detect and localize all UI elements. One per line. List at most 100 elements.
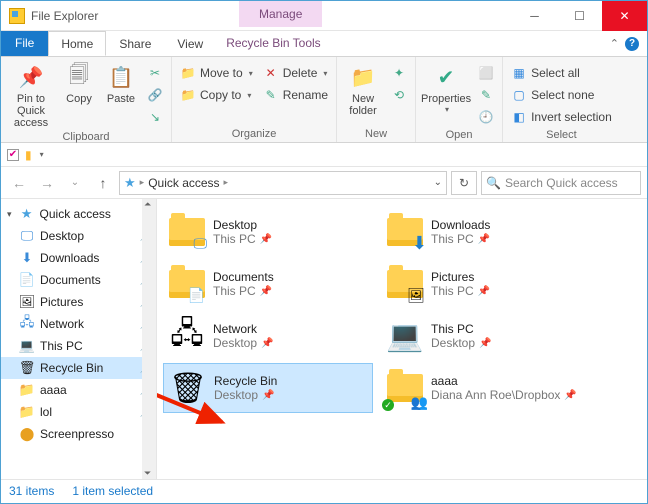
network-icon: 🖧 (167, 316, 207, 356)
copy-button[interactable]: 🗐 Copy (59, 59, 99, 105)
breadcrumb-sep-icon[interactable]: ▸ (140, 177, 145, 188)
sidebar-item-pictures[interactable]: 🖼Pictures📌 (1, 291, 156, 313)
ribbon-group-select: ▦Select all ▢Select none ◧Invert selecti… (503, 57, 620, 142)
minimize-button[interactable]: ─ (512, 1, 557, 31)
sidebar-item-screenpresso[interactable]: ⬤Screenpresso (1, 423, 156, 445)
quick-access-star-icon: ★ (124, 175, 136, 191)
qat-folder-icon[interactable]: ▮ (25, 148, 32, 162)
tab-view[interactable]: View (164, 31, 216, 56)
new-folder-button[interactable]: 📁 New folder (341, 59, 385, 117)
pin-to-quick-access-button[interactable]: 📌 Pin to Quick access (5, 59, 57, 129)
maximize-button[interactable]: ☐ (557, 1, 602, 31)
tile-pictures[interactable]: 🖼PicturesThis PC📌 (381, 259, 591, 309)
pictures-icon: 🖼 (19, 294, 35, 310)
new-item-button[interactable]: ✦ (387, 63, 411, 83)
tile-subtitle: This PC📌 (431, 232, 490, 246)
folder-icon: 📁 (19, 382, 35, 398)
tile-subtitle: This PC📌 (213, 284, 274, 298)
context-tab-manage[interactable]: Manage (239, 1, 322, 27)
select-none-button[interactable]: ▢Select none (507, 85, 616, 105)
window-title: File Explorer (31, 9, 98, 23)
group-label-select: Select (507, 127, 616, 143)
breadcrumb-root[interactable]: Quick access (148, 176, 219, 190)
cut-icon: ✂ (147, 65, 163, 81)
open-button[interactable]: ⬜ (474, 63, 498, 83)
tile-name: aaaa (431, 374, 577, 388)
network-icon: 🖧 (19, 316, 35, 332)
ribbon-tabs: File Home Share View Recycle Bin Tools ⌃… (1, 31, 647, 57)
search-input[interactable]: 🔍 Search Quick access (481, 171, 641, 195)
tab-home[interactable]: Home (48, 31, 106, 56)
app-icon (9, 8, 25, 24)
cut-button[interactable]: ✂ (143, 63, 167, 83)
nav-forward-button[interactable]: → (35, 171, 59, 195)
ribbon-group-open: ✔ Properties ▾ ⬜ ✎ 🕘 Open (416, 57, 503, 142)
sidebar-item-thispc[interactable]: 💻This PC📌 (1, 335, 156, 357)
collapse-ribbon-icon[interactable]: ⌃ (610, 37, 619, 50)
file-tab[interactable]: File (1, 31, 48, 56)
paste-button[interactable]: 📋 Paste (101, 59, 141, 105)
nav-up-button[interactable]: ↑ (91, 171, 115, 195)
select-none-icon: ▢ (511, 87, 527, 103)
rename-button[interactable]: ✎Rename (259, 85, 332, 105)
move-icon: 📁 (180, 65, 196, 81)
new-item-icon: ✦ (391, 65, 407, 81)
tile-name: Pictures (431, 270, 490, 284)
pin-icon: 📌 (261, 338, 273, 349)
history-button[interactable]: 🕘 (474, 107, 498, 127)
rename-icon: ✎ (263, 87, 279, 103)
downloads-icon: ⬇ (19, 250, 35, 266)
refresh-button[interactable]: ↻ (451, 171, 477, 195)
properties-button[interactable]: ✔ Properties ▾ (420, 59, 472, 114)
tile-aaaa[interactable]: 👥✓aaaaDiana Ann Roe\Dropbox📌 (381, 363, 591, 413)
sidebar-item-downloads[interactable]: ⬇Downloads📌 (1, 247, 156, 269)
address-expand-icon[interactable]: ⌄ (434, 177, 442, 188)
edit-button[interactable]: ✎ (474, 85, 498, 105)
select-all-button[interactable]: ▦Select all (507, 63, 616, 83)
sidebar-item-lol[interactable]: 📁lol📌 (1, 401, 156, 423)
invert-selection-button[interactable]: ◧Invert selection (507, 107, 616, 127)
help-icon[interactable]: ? (625, 37, 639, 51)
nav-back-button[interactable]: ← (7, 171, 31, 195)
tab-recycle-bin-tools[interactable]: Recycle Bin Tools (216, 31, 331, 56)
tile-subtitle: This PC📌 (213, 232, 272, 246)
close-button[interactable]: ✕ (602, 1, 647, 31)
sidebar-item-desktop[interactable]: 🖵Desktop📌 (1, 225, 156, 247)
tile-downloads[interactable]: ⬇DownloadsThis PC📌 (381, 207, 591, 257)
tile-network[interactable]: 🖧NetworkDesktop📌 (163, 311, 373, 361)
pin-icon: 📌 (262, 390, 274, 401)
ribbon-group-clipboard: 📌 Pin to Quick access 🗐 Copy 📋 Paste ✂ 🔗… (1, 57, 172, 142)
copy-path-button[interactable]: 🔗 (143, 85, 167, 105)
sidebar-item-documents[interactable]: 📄Documents📌 (1, 269, 156, 291)
paste-shortcut-button[interactable]: ↘ (143, 107, 167, 127)
tile-this-pc[interactable]: 💻This PCDesktop📌 (381, 311, 591, 361)
sidebar-item-network[interactable]: 🖧Network📌 (1, 313, 156, 335)
copy-to-button[interactable]: 📁Copy to▾ (176, 85, 257, 105)
tile-documents[interactable]: 📄DocumentsThis PC📌 (163, 259, 373, 309)
copyto-icon: 📁 (180, 87, 196, 103)
select-all-icon: ▦ (511, 65, 527, 81)
address-bar[interactable]: ★ ▸ Quick access ▸ ⌄ (119, 171, 447, 195)
ribbon-group-organize: 📁Move to▾ 📁Copy to▾ ✕Delete▾ ✎Rename Org… (172, 57, 337, 142)
main-area: ▾ ★ Quick access 🖵Desktop📌 ⬇Downloads📌 📄… (1, 199, 647, 479)
tab-share[interactable]: Share (106, 31, 164, 56)
delete-button[interactable]: ✕Delete▾ (259, 63, 332, 83)
tile-desktop[interactable]: 🖵DesktopThis PC📌 (163, 207, 373, 257)
tile-recycle-bin[interactable]: 🗑Recycle BinDesktop📌 (163, 363, 373, 413)
sidebar-item-recycle-bin[interactable]: 🗑Recycle Bin📌 (1, 357, 156, 379)
qat-checkbox[interactable]: ✔ (7, 149, 19, 161)
content-pane[interactable]: 🖵DesktopThis PC📌⬇DownloadsThis PC📌📄Docum… (157, 199, 647, 479)
shared-icon: 👥✓ (385, 368, 425, 408)
qat-dropdown-icon[interactable]: ▾ (40, 150, 44, 159)
pin-icon: 📌 (479, 338, 491, 349)
sidebar-item-aaaa[interactable]: 📁aaaa📌 (1, 379, 156, 401)
copy-icon: 🗐 (65, 63, 93, 91)
history-icon: 🕘 (478, 109, 494, 125)
easy-access-button[interactable]: ⟲ (387, 85, 411, 105)
nav-recent-button[interactable]: ⌄ (63, 171, 87, 195)
tile-name: Desktop (213, 218, 272, 232)
sidebar-header-quick-access[interactable]: ▾ ★ Quick access (1, 203, 156, 225)
move-to-button[interactable]: 📁Move to▾ (176, 63, 257, 83)
sidebar-scrollbar[interactable] (142, 199, 156, 479)
breadcrumb-sep-icon[interactable]: ▸ (224, 177, 229, 188)
